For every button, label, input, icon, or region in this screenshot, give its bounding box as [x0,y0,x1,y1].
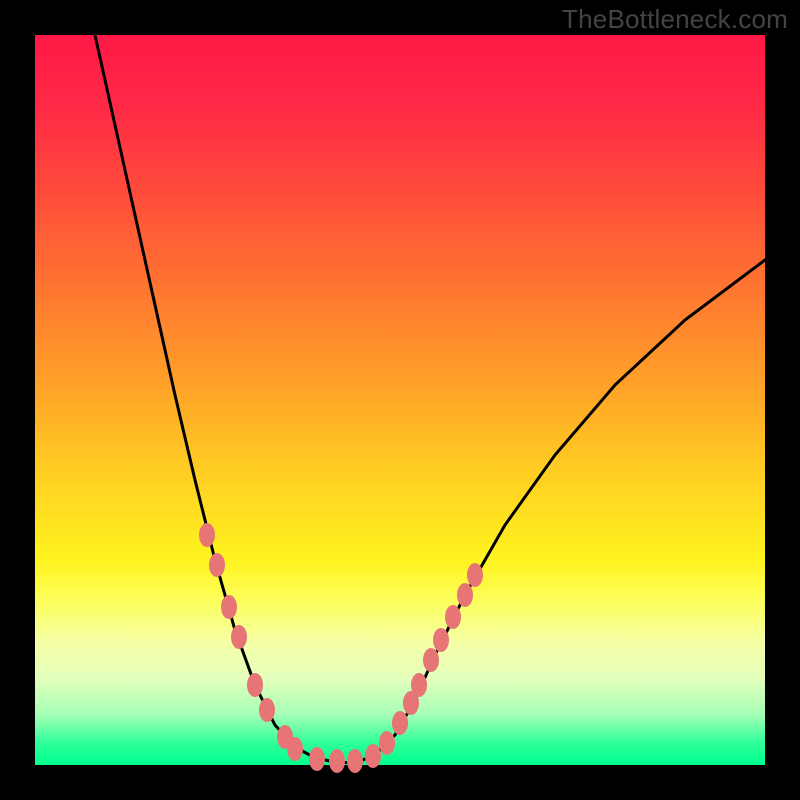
marker-point [457,583,473,607]
data-markers [199,523,483,773]
marker-point [247,673,263,697]
marker-point [309,747,325,771]
marker-point [347,749,363,773]
marker-point [379,731,395,755]
marker-point [467,563,483,587]
marker-point [423,648,439,672]
marker-point [411,673,427,697]
marker-point [445,605,461,629]
marker-point [392,711,408,735]
marker-point [231,625,247,649]
curve-left-curve [95,35,355,763]
marker-point [209,553,225,577]
marker-point [329,749,345,773]
frame: TheBottleneck.com [0,0,800,800]
chart-svg [35,35,765,765]
source-watermark: TheBottleneck.com [562,4,788,35]
chart-plot-area [35,35,765,765]
marker-point [259,698,275,722]
marker-point [221,595,237,619]
marker-point [287,737,303,761]
marker-point [433,628,449,652]
marker-point [199,523,215,547]
marker-point [365,744,381,768]
